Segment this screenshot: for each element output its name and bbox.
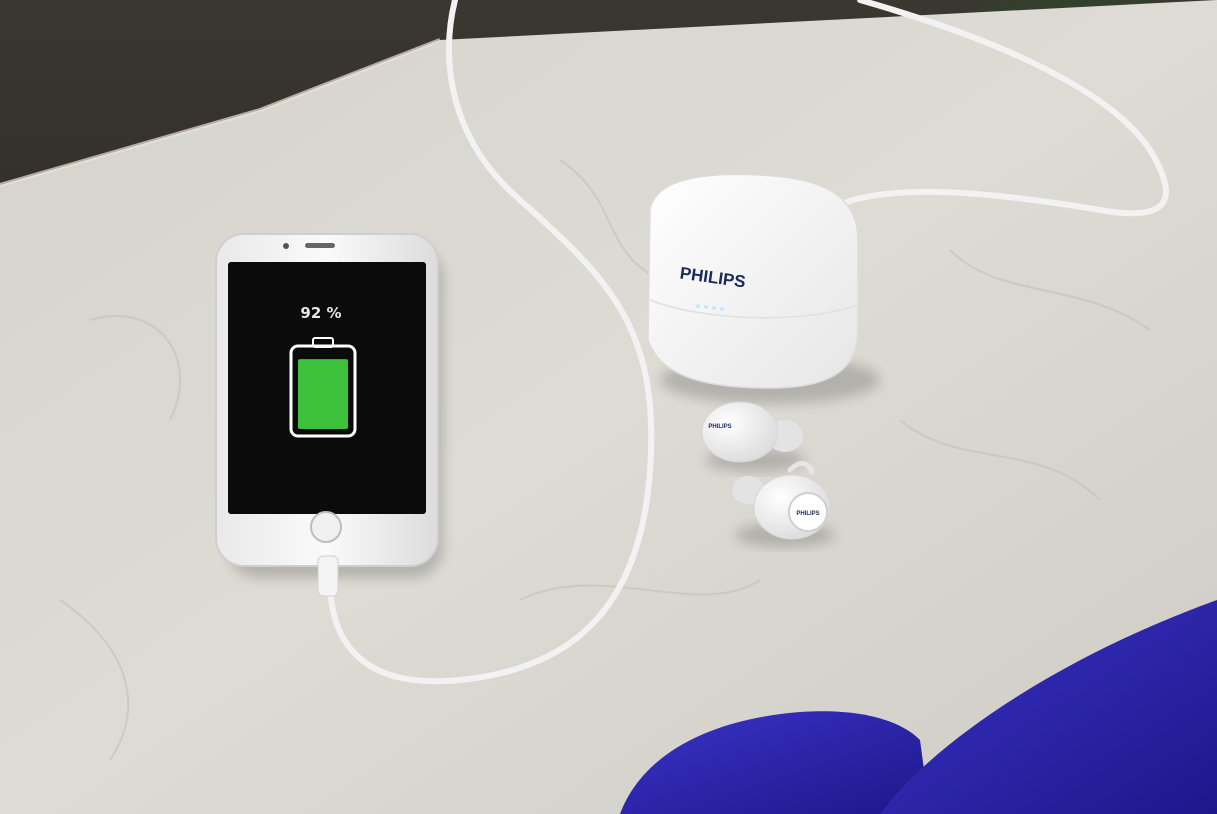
home-button [310,511,342,543]
led-dot [712,306,716,310]
front-camera-icon [283,243,289,249]
led-dot [720,307,724,311]
led-dot [696,304,700,308]
earbud-bottom-brand-logo: PHILIPS [796,511,819,517]
battery-level-fill [298,359,348,429]
charging-case: PHILIPS [647,173,859,389]
smartphone: 92 % [215,233,439,597]
led-dot [704,305,708,309]
battery-percent-label: 92 % [300,304,341,322]
earbud-top-body [701,401,779,463]
lightning-plug [317,555,339,597]
photo-scene: 92 % PHILIPS PHILIPS PHILIPS [0,0,1217,814]
earpiece-speaker [305,243,335,248]
earbud-top-brand-logo: PHILIPS [708,424,731,430]
photo-canvas: 92 % PHILIPS PHILIPS PHILIPS [0,0,1217,814]
